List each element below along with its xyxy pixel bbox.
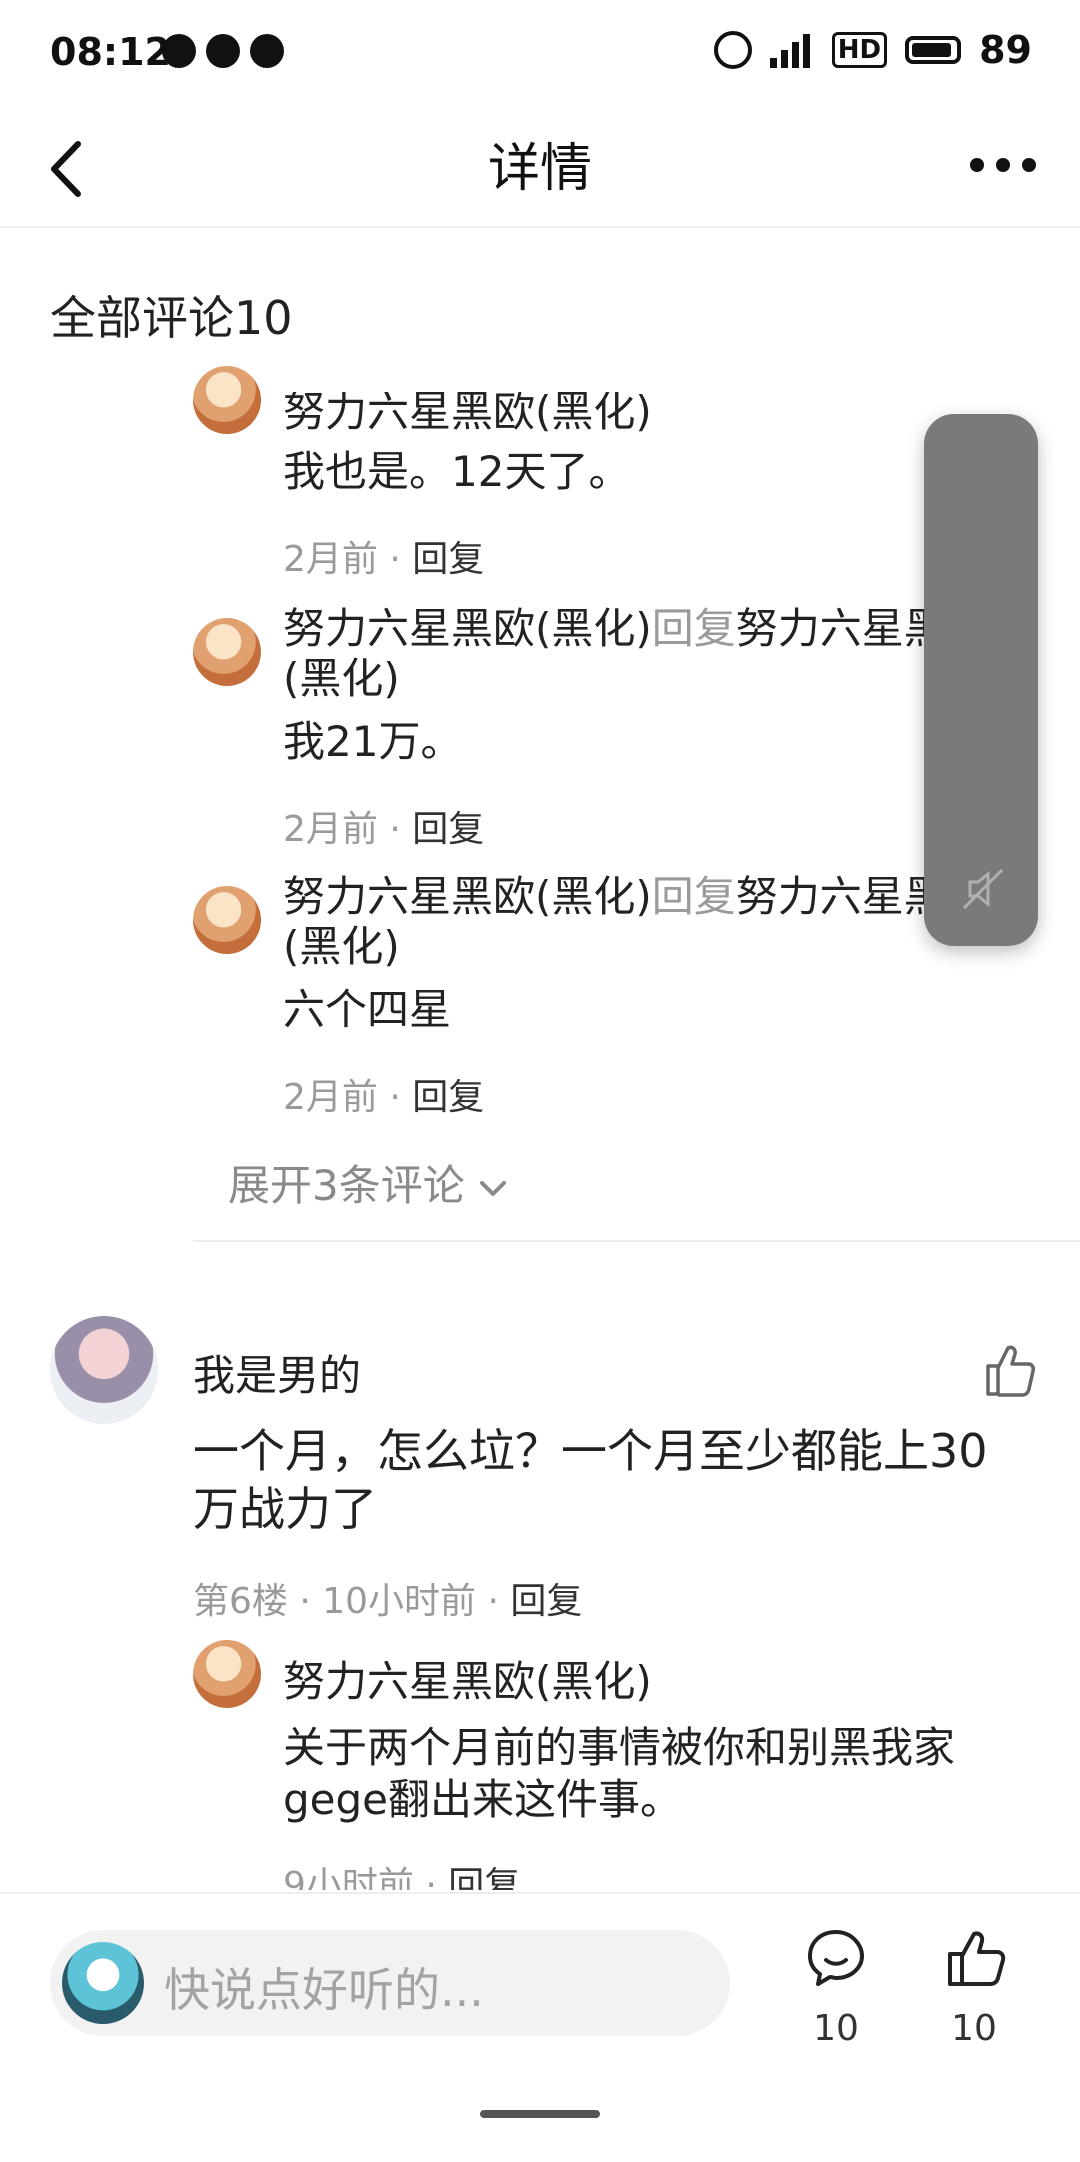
avatar[interactable] <box>193 1640 261 1708</box>
reply-text: 关于两个月前的事情被你和别黑我家gege翻出来这件事。 <box>283 1723 956 1824</box>
battery-level: 89 <box>979 28 1032 72</box>
status-time: 08:12 <box>50 30 171 74</box>
user-avatar <box>62 1942 144 2024</box>
mute-icon[interactable] <box>958 864 1008 914</box>
reply-meta: 2月前 · 回复 <box>283 1077 485 1118</box>
reply-username[interactable]: 努力六星黑欧(黑化) <box>283 1648 652 1709</box>
reply-word: 回复 <box>651 872 736 921</box>
comments-button[interactable]: 10 <box>786 1926 886 2049</box>
floating-media-panel[interactable] <box>924 414 1038 946</box>
like-button[interactable]: 10 <box>924 1926 1024 2049</box>
reply-header: 努力六星黑欧(黑化)回复努力六星黑欧 (黑化) <box>283 872 988 972</box>
nav-bar: 详情 <box>0 110 1080 228</box>
comment-floor: 第6楼 <box>193 1581 288 1622</box>
page-title: 详情 <box>487 139 592 199</box>
chat-notification-icon <box>206 34 240 68</box>
reply-time: 2月前 <box>283 809 378 850</box>
reply-word: 回复 <box>651 604 736 653</box>
avatar[interactable] <box>193 886 261 954</box>
avatar[interactable] <box>50 1316 158 1424</box>
more-options-icon[interactable] <box>970 150 1040 180</box>
status-bar: 08:12 HD 89 <box>0 0 1080 110</box>
home-indicator[interactable] <box>480 2110 600 2118</box>
notification-icons <box>162 34 284 68</box>
reply-button[interactable]: 回复 <box>448 1865 520 1890</box>
reply-username[interactable]: 努力六星黑欧(黑化) <box>283 604 652 653</box>
comment-text: 一个月，怎么垃？一个月至少都能上30万战力了 <box>193 1424 988 1536</box>
comment-meta: 第6楼 · 10小时前 · 回复 <box>193 1581 583 1622</box>
reply-target-cont[interactable]: (黑化) <box>283 654 400 703</box>
like-icon[interactable] <box>980 1340 1040 1400</box>
app-notification-icon <box>162 34 196 68</box>
reply-button[interactable]: 回复 <box>510 1581 582 1622</box>
reply-meta: 2月前 · 回复 <box>283 539 485 580</box>
thumbs-up-icon <box>948 1931 1006 1986</box>
reply-time: 2月前 <box>283 539 378 580</box>
reply-text: 我也是。12天了。 <box>283 447 631 496</box>
reply-time: 9小时前 <box>283 1865 414 1890</box>
reply-username[interactable]: 努力六星黑欧(黑化) <box>283 872 652 921</box>
reply-text: 我21万。 <box>283 717 463 766</box>
reply-button[interactable]: 回复 <box>412 539 484 580</box>
comment-input[interactable]: 快说点好听的... <box>50 1930 730 2036</box>
expand-label: 展开3条评论 <box>228 1161 465 1210</box>
comment-time: 10小时前 <box>322 1581 477 1622</box>
avatar[interactable] <box>193 618 261 686</box>
reply-button[interactable]: 回复 <box>412 809 484 850</box>
reply-button[interactable]: 回复 <box>412 1077 484 1118</box>
expand-replies-button[interactable]: 展开3条评论 <box>228 1152 508 1213</box>
reply-time: 2月前 <box>283 1077 378 1118</box>
avatar[interactable] <box>193 366 261 434</box>
reply-text: 六个四星 <box>283 985 452 1034</box>
reply-header: 努力六星黑欧(黑化)回复努力六星黑欧 (黑化) <box>283 604 988 704</box>
chevron-down-icon <box>480 1180 507 1196</box>
reply-meta: 2月前 · 回复 <box>283 809 485 850</box>
alarm-icon <box>713 31 752 69</box>
divider <box>193 1240 1080 1242</box>
reply-meta: 9小时前 · 回复 <box>283 1856 520 1890</box>
reply-target-cont[interactable]: (黑化) <box>283 922 400 971</box>
battery-icon <box>905 36 962 64</box>
hd-icon: HD <box>831 32 888 68</box>
comments-header: 全部评论10 <box>50 291 293 345</box>
input-placeholder: 快说点好听的... <box>164 1963 484 2017</box>
comment-count: 10 <box>813 2008 859 2049</box>
like-count: 10 <box>951 2008 997 2049</box>
signal-icon <box>769 32 814 68</box>
status-right: HD 89 <box>713 28 1032 72</box>
chat-notification-icon <box>250 34 284 68</box>
comment-bubble-icon <box>808 1930 864 1986</box>
comment-username[interactable]: 我是男的 <box>193 1342 361 1403</box>
reply-username[interactable]: 努力六星黑欧(黑化) <box>283 392 652 439</box>
bottom-bar: 快说点好听的... 10 10 <box>0 1892 1080 2162</box>
